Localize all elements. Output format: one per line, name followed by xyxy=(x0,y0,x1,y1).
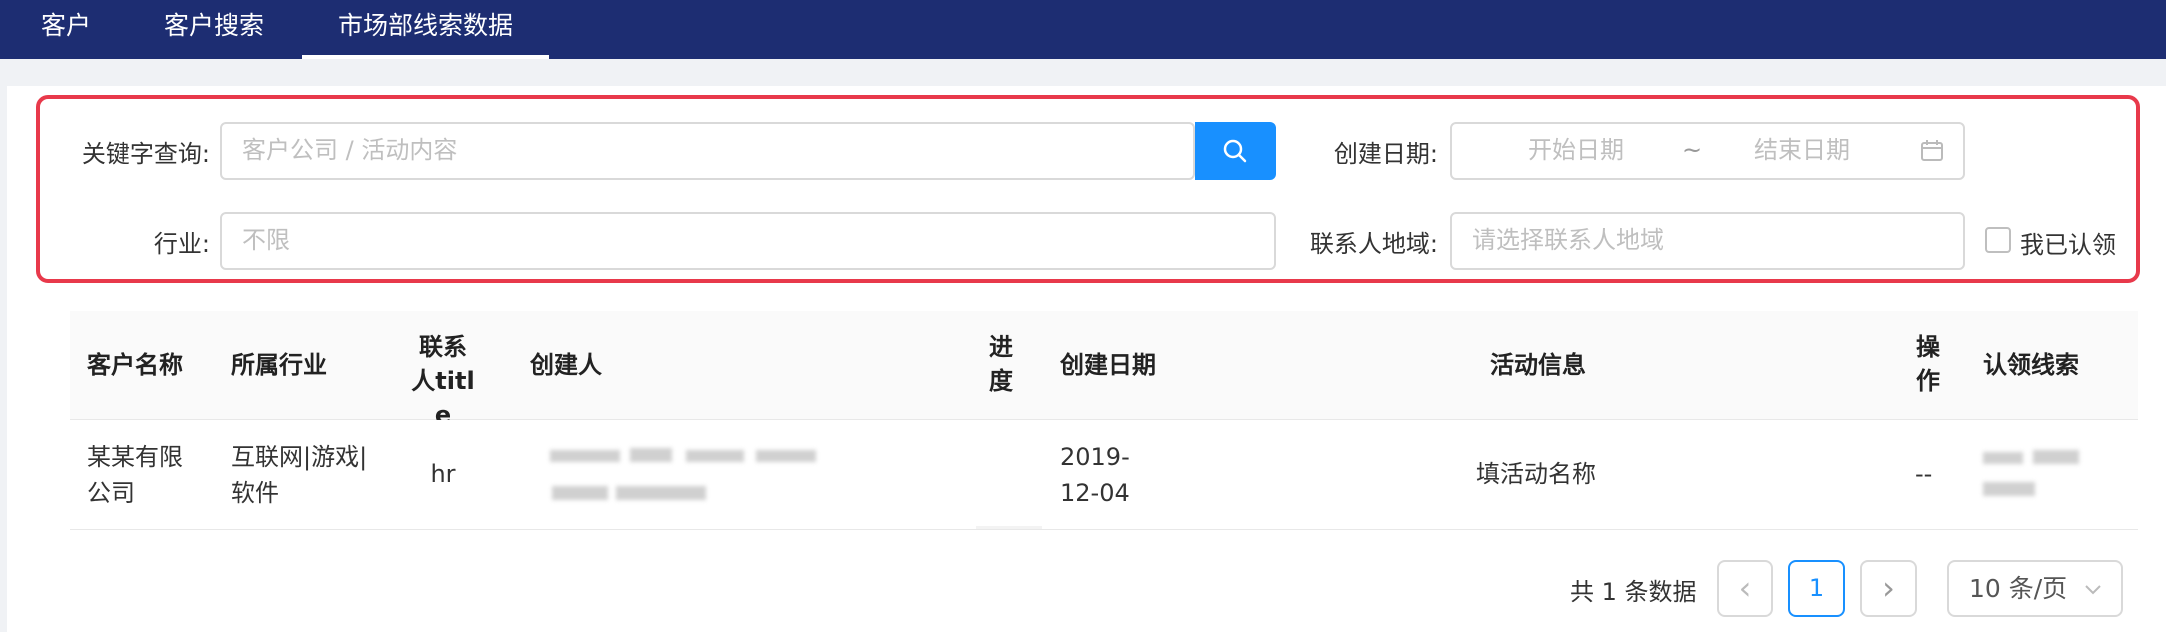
date-separator: ~ xyxy=(1682,136,1703,164)
next-page-button[interactable]: › xyxy=(1860,560,1917,617)
industry-select[interactable]: 不限 xyxy=(220,212,1276,270)
cell-activity: 填活动名称 xyxy=(1476,460,1596,488)
col-progress: 进度 xyxy=(989,333,1013,395)
total-count: 共 1 条数据 xyxy=(1570,578,1697,606)
calendar-icon[interactable] xyxy=(1919,138,1945,164)
cell-operation: -- xyxy=(1915,460,1933,488)
col-operation: 操作 xyxy=(1916,333,1940,395)
search-icon xyxy=(1223,139,1247,163)
tab-marketing-leads[interactable]: 市场部线索数据 xyxy=(302,0,549,59)
page-size-value: 10 条/页 xyxy=(1969,574,2068,603)
date-range-picker[interactable]: 开始日期 ~ 结束日期 xyxy=(1450,122,1965,180)
page-size-select[interactable]: 10 条/页 xyxy=(1947,560,2123,617)
cell-customer-name: 某某有限公司 xyxy=(87,443,183,507)
cell-contact-title: hr xyxy=(430,460,456,488)
table-header: 客户名称 所属行业 联系人title 创建人 进度 创建日期 活动信息 操作 认… xyxy=(70,311,2138,429)
chevron-left-icon: ‹ xyxy=(1738,569,1752,607)
col-creator: 创建人 xyxy=(530,351,602,379)
table-row: 某某有限公司 互联网|游戏|软件 hr 2019-12-04 填活动名称 -- xyxy=(70,420,2138,530)
keyword-search-input[interactable]: 客户公司 / 活动内容 xyxy=(220,122,1195,180)
start-date-input[interactable]: 开始日期 xyxy=(1528,124,1624,176)
col-created-date: 创建日期 xyxy=(1060,351,1156,379)
created-date-label: 创建日期: xyxy=(1333,140,1438,168)
chevron-right-icon: › xyxy=(1882,569,1895,607)
chevron-down-icon xyxy=(2085,585,2101,595)
region-label: 联系人地域: xyxy=(1309,230,1438,258)
keyword-label: 关键字查询: xyxy=(81,140,210,168)
region-select[interactable]: 请选择联系人地域 xyxy=(1450,212,1965,270)
page-1-button[interactable]: 1 xyxy=(1788,560,1845,617)
col-contact-title: 联系人title xyxy=(411,333,475,429)
tab-customer-search[interactable]: 客户搜索 xyxy=(164,0,264,59)
cell-progress-divider xyxy=(976,526,1042,529)
cell-created-date: 2019-12-04 xyxy=(1060,443,1130,507)
col-industry: 所属行业 xyxy=(231,351,327,379)
prev-page-button[interactable]: ‹ xyxy=(1717,560,1773,617)
claimed-checkbox[interactable] xyxy=(1985,227,2011,253)
search-button[interactable] xyxy=(1195,122,1276,180)
claimed-label[interactable]: 我已认领 xyxy=(2020,225,2116,260)
col-claim: 认领线索 xyxy=(1983,351,2079,379)
tab-customers[interactable]: 客户 xyxy=(41,0,91,59)
cell-industry: 互联网|游戏|软件 xyxy=(231,443,368,507)
industry-label: 行业: xyxy=(153,230,210,258)
end-date-input[interactable]: 结束日期 xyxy=(1754,124,1850,176)
col-customer-name: 客户名称 xyxy=(87,351,183,379)
top-nav: 客户 客户搜索 市场部线索数据 xyxy=(0,0,2166,59)
col-activity: 活动信息 xyxy=(1490,351,1586,379)
